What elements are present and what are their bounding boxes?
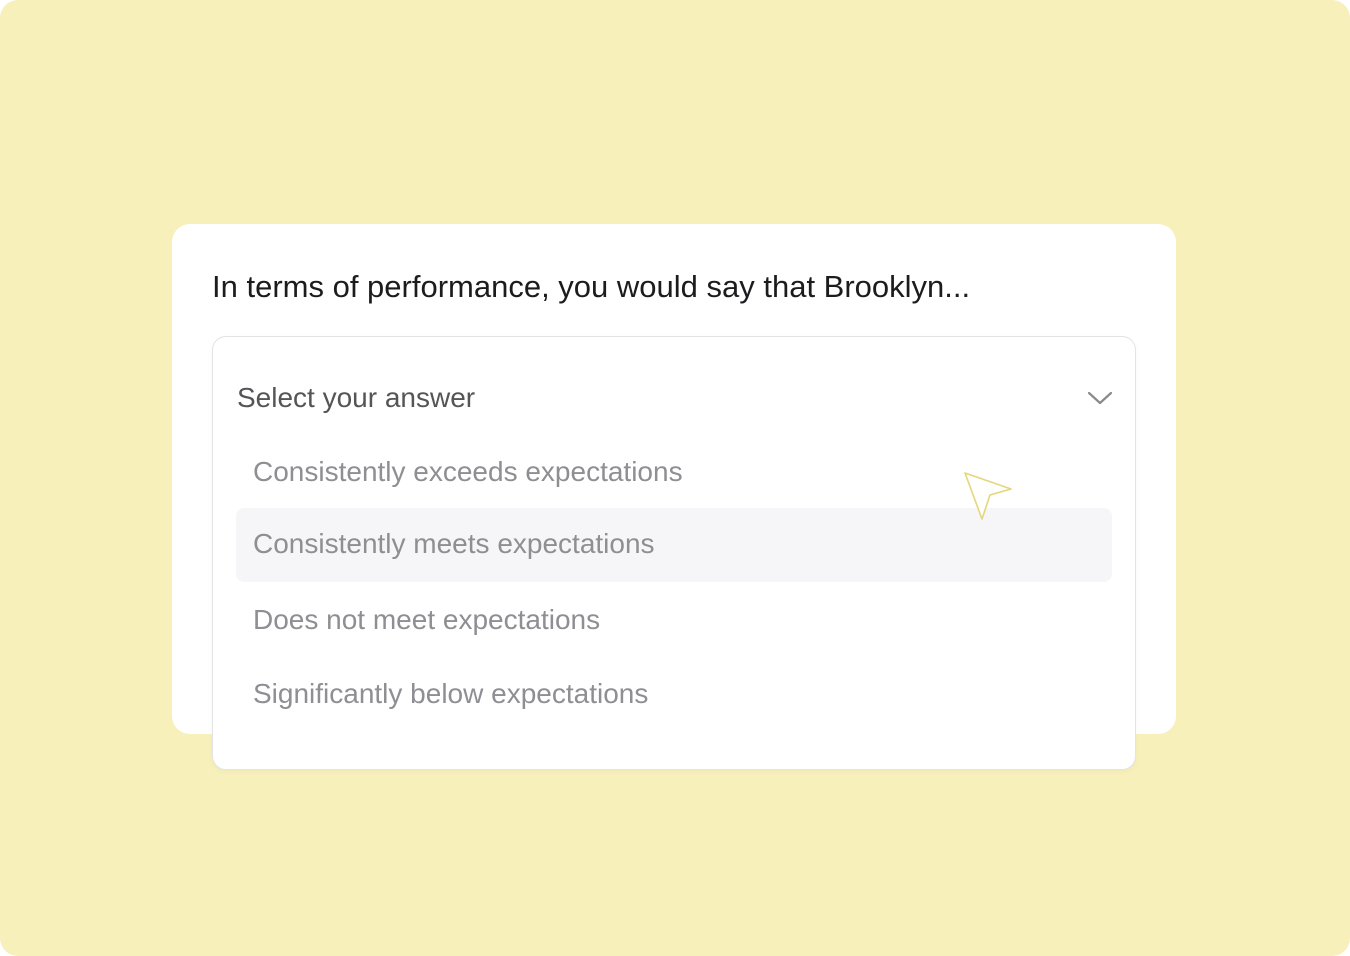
question-text: In terms of performance, you would say t…: [212, 269, 971, 304]
option-label: Significantly below expectations: [253, 678, 649, 709]
chevron-down-icon[interactable]: [1085, 387, 1115, 409]
option-label: Consistently meets expectations: [253, 528, 655, 559]
option-label: Does not meet expectations: [253, 604, 601, 635]
answer-dropdown[interactable]: Select your answer Consistently exceeds …: [212, 336, 1136, 770]
option-label: Consistently exceeds expectations: [253, 456, 683, 487]
dropdown-option-significantly-below[interactable]: Significantly below expectations: [236, 658, 1112, 732]
cursor-arrow-icon: [964, 472, 1012, 520]
dropdown-option-does-not-meet[interactable]: Does not meet expectations: [236, 584, 1112, 658]
dropdown-placeholder[interactable]: Select your answer: [237, 379, 475, 417]
page-background: In terms of performance, you would say t…: [0, 0, 1350, 956]
